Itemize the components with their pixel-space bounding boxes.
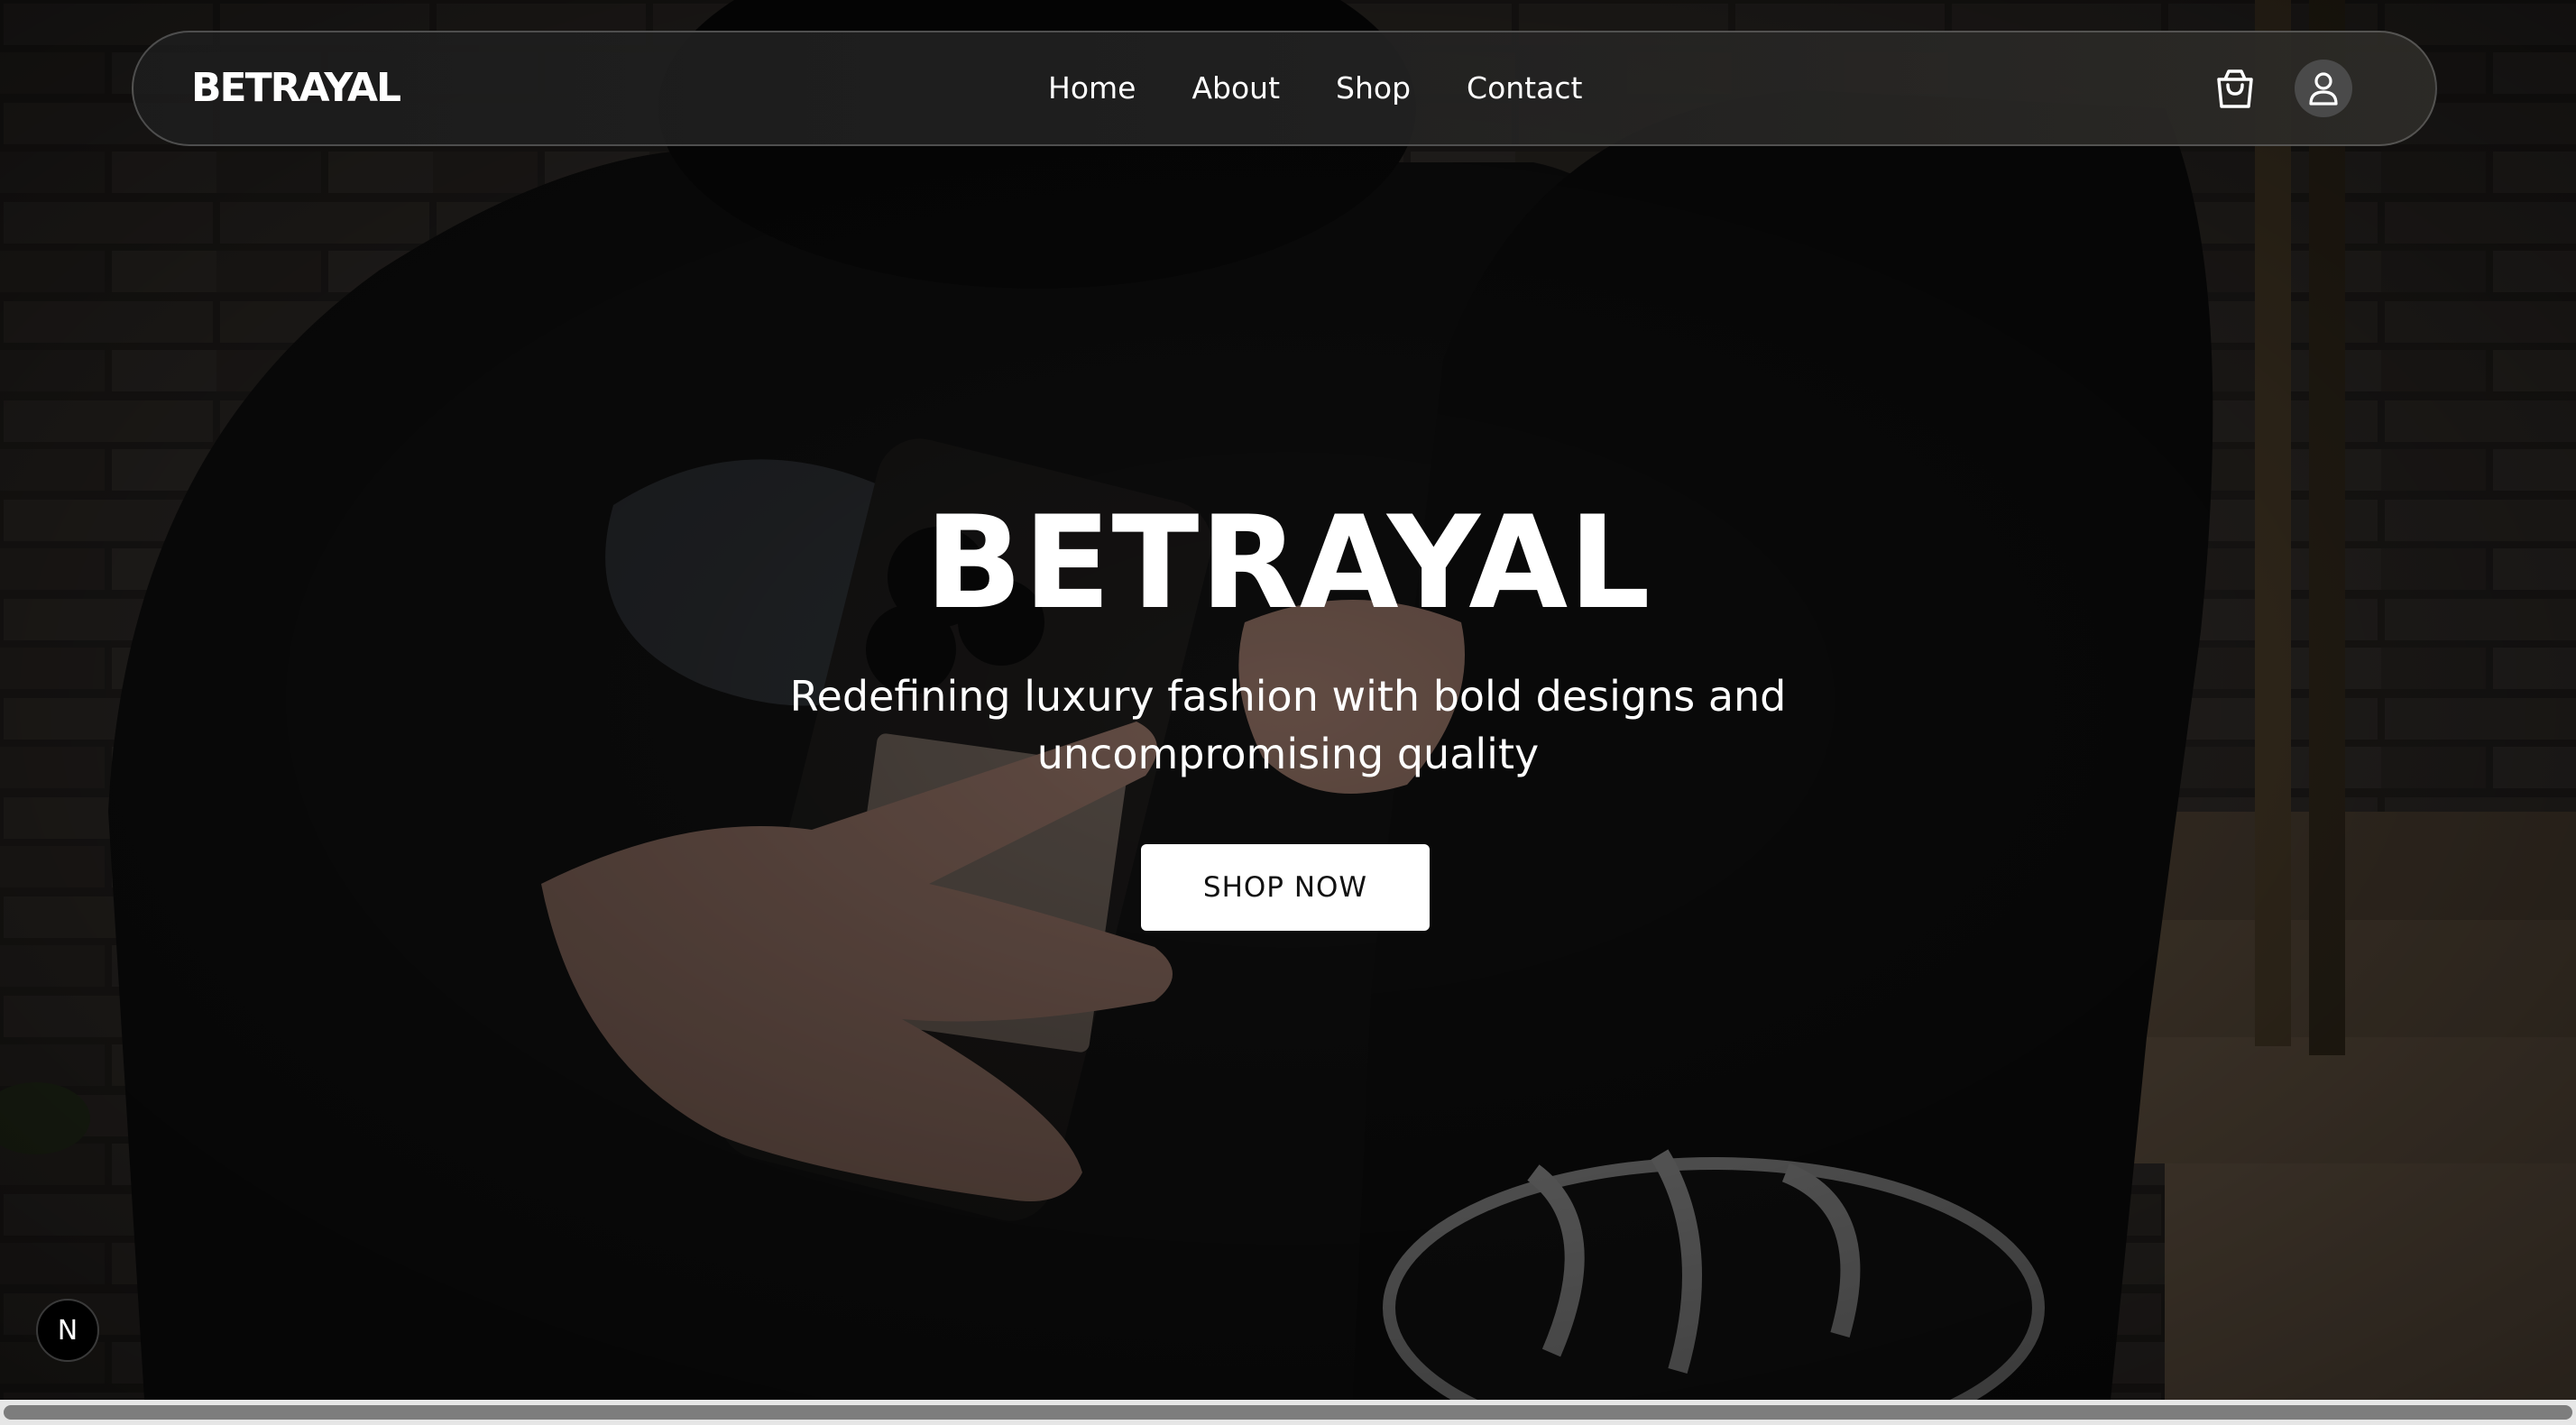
hero-title: BETRAYAL [925,489,1651,638]
scrollbar-thumb[interactable] [4,1405,2572,1420]
navbar: BETRAYAL Home About Shop Contact [132,31,2437,146]
page: BETRAYAL Home About Shop Contact BETRAYA… [0,0,2576,1425]
nav-links: Home About Shop Contact [1048,32,1582,144]
horizontal-scrollbar[interactable] [0,1400,2576,1425]
shop-now-button[interactable]: SHOP NOW [1141,844,1430,931]
shopping-bag-icon [2217,69,2253,108]
user-account-button[interactable] [2295,60,2352,117]
user-icon [2309,72,2338,106]
dev-badge-label: N [57,1314,78,1347]
hero-subtitle: Redefining luxury fashion with bold desi… [789,672,1787,778]
nav-link-home[interactable]: Home [1048,32,1136,144]
nav-link-about[interactable]: About [1191,32,1280,144]
dev-tools-badge[interactable]: N [36,1299,99,1362]
nav-link-contact[interactable]: Contact [1467,32,1582,144]
brand-logo[interactable]: BETRAYAL [191,32,401,144]
cart-button[interactable] [2208,61,2262,115]
nav-link-shop[interactable]: Shop [1336,32,1411,144]
